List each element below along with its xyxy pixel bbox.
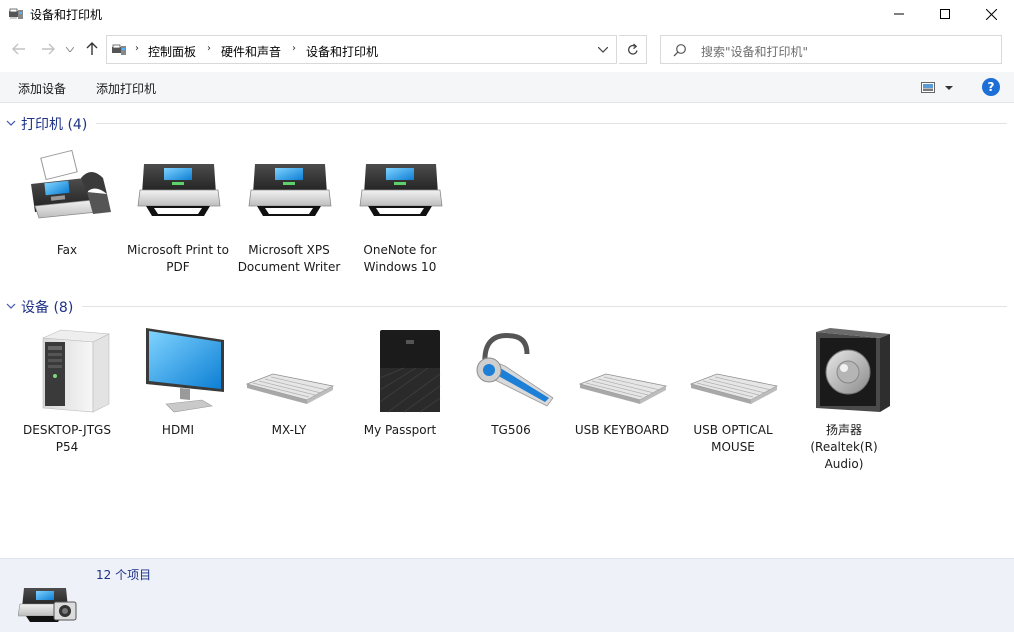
device-tile[interactable]: HDMI <box>122 328 234 439</box>
device-label: Microsoft Print to PDF <box>127 243 229 274</box>
keyboard-icon <box>689 373 779 404</box>
printer-icon <box>248 164 332 216</box>
window-title: 设备和打印机 <box>30 8 103 22</box>
printer-icon <box>137 164 221 216</box>
device-tile[interactable]: 扬声器 (Realtek(R) Audio) <box>788 328 900 473</box>
device-tile[interactable]: TG506 <box>455 328 567 439</box>
speaker-icon <box>816 328 890 412</box>
devices-printers-icon <box>9 8 23 19</box>
arrow-left-icon <box>12 43 25 55</box>
close-button[interactable] <box>968 0 1014 28</box>
group-divider <box>82 306 1007 307</box>
device-label: Fax <box>56 243 78 257</box>
device-tile[interactable]: USB OPTICAL MOUSE <box>677 328 789 456</box>
group-title-devices: 设备 (8) <box>21 300 74 316</box>
group-divider <box>96 123 1007 124</box>
title-bar: 设备和打印机 <box>0 0 1014 28</box>
close-icon <box>985 8 997 20</box>
device-tile[interactable]: OneNote for Windows 10 <box>344 148 456 276</box>
breadcrumb-separator-icon[interactable]: › <box>135 43 139 54</box>
device-label: Microsoft XPS Document Writer <box>237 243 341 274</box>
breadcrumb-devices-printers[interactable]: 设备和打印机 <box>306 43 378 60</box>
device-tile[interactable]: DESKTOP-JTGS P54 <box>11 328 123 456</box>
minimize-button[interactable] <box>876 0 922 28</box>
change-view-button[interactable] <box>920 80 956 96</box>
monitor-icon <box>146 328 224 413</box>
view-icon <box>921 82 953 93</box>
device-label: OneNote for Windows 10 <box>363 243 437 274</box>
maximize-icon <box>940 9 950 19</box>
device-tile[interactable]: Fax <box>11 148 123 259</box>
headset-icon <box>476 333 554 407</box>
group-header-devices[interactable]: 设备 (8) <box>0 296 1007 316</box>
forward-button[interactable] <box>38 40 58 58</box>
arrow-right-icon <box>42 43 55 55</box>
search-input[interactable]: 搜索"设备和打印机" <box>701 43 808 60</box>
minimize-icon <box>894 13 904 15</box>
device-tile[interactable]: Microsoft XPS Document Writer <box>233 148 345 276</box>
refresh-button[interactable] <box>619 35 647 64</box>
refresh-icon <box>627 43 638 55</box>
group-header-printers[interactable]: 打印机 (4) <box>0 113 1007 133</box>
search-box[interactable]: 搜索"设备和打印机" <box>660 35 1002 64</box>
navigation-row: › 控制面板 › 硬件和声音 › 设备和打印机 搜索"设备和打印机" <box>0 32 1014 66</box>
help-button[interactable]: ? <box>982 78 1000 96</box>
breadcrumb-control-panel[interactable]: 控制面板 <box>148 43 196 60</box>
add-printer-button[interactable]: 添加打印机 <box>96 80 156 97</box>
device-tile[interactable]: My Passport <box>344 328 456 439</box>
device-label: DESKTOP-JTGS P54 <box>23 423 111 454</box>
devices-printers-icon <box>112 44 126 55</box>
device-label: MX-LY <box>271 423 307 437</box>
maximize-button[interactable] <box>922 0 968 28</box>
device-label: USB OPTICAL MOUSE <box>693 423 773 454</box>
device-label: USB KEYBOARD <box>574 423 670 437</box>
breadcrumb-separator-icon[interactable]: › <box>207 43 211 54</box>
command-bar: 添加设备 添加打印机 ? <box>0 72 1014 103</box>
search-icon <box>673 44 686 57</box>
device-tile[interactable]: Microsoft Print to PDF <box>122 148 234 276</box>
keyboard-icon <box>578 373 668 404</box>
details-pane: 12 个项目 <box>0 558 1014 632</box>
back-button[interactable] <box>9 40 29 58</box>
fax-icon <box>31 149 111 219</box>
devices-printers-window: 设备和打印机 › 控制面板 › 硬件和声音 › 设备和打印机 搜索"设备和打印机… <box>0 0 1014 632</box>
chevron-down-icon <box>6 120 16 126</box>
chevron-down-icon <box>598 47 608 53</box>
device-label: 扬声器 (Realtek(R) Audio) <box>810 423 878 471</box>
keyboard-icon <box>245 373 335 404</box>
devices-printers-icon <box>18 588 77 622</box>
device-label: HDMI <box>161 423 195 437</box>
address-bar[interactable]: › 控制面板 › 硬件和声音 › 设备和打印机 <box>106 35 617 64</box>
chevron-down-icon <box>66 46 74 52</box>
add-device-button[interactable]: 添加设备 <box>18 80 66 97</box>
breadcrumb-separator-icon[interactable]: › <box>292 43 296 54</box>
external-drive-icon <box>379 330 441 413</box>
printer-icon <box>359 164 443 216</box>
breadcrumb-hardware-sound[interactable]: 硬件和声音 <box>221 43 281 60</box>
address-dropdown-button[interactable] <box>593 39 613 61</box>
device-label: My Passport <box>363 423 437 437</box>
recent-locations-button[interactable] <box>64 40 76 58</box>
device-tile[interactable]: USB KEYBOARD <box>566 328 678 439</box>
group-title-printers: 打印机 (4) <box>21 117 88 133</box>
item-count: 12 个项目 <box>96 568 152 582</box>
up-button[interactable] <box>82 40 102 58</box>
device-tile[interactable]: MX-LY <box>233 328 345 439</box>
chevron-down-icon <box>6 303 16 309</box>
device-label: TG506 <box>491 423 531 437</box>
arrow-up-icon <box>86 42 98 55</box>
computer-tower-icon <box>42 329 111 413</box>
